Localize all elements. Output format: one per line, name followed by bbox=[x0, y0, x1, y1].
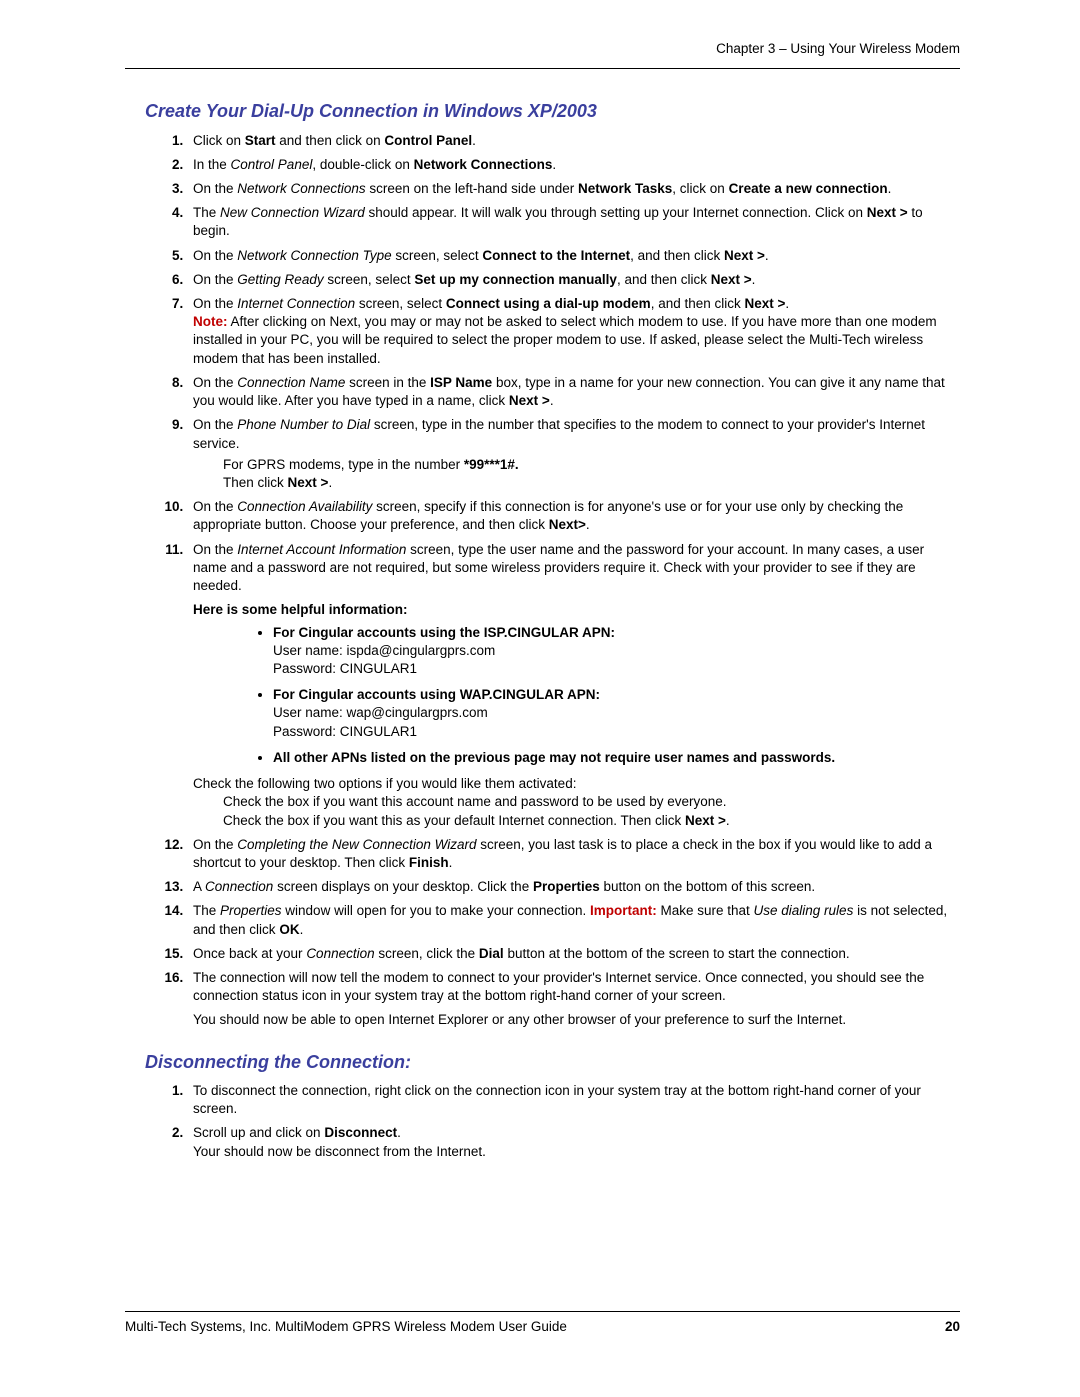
divider-bottom bbox=[125, 1311, 960, 1312]
apn-isp-cingular: For Cingular accounts using the ISP.CING… bbox=[273, 624, 960, 679]
step-9-sub: For GPRS modems, type in the number *99*… bbox=[223, 456, 960, 492]
footer-text: Multi-Tech Systems, Inc. MultiModem GPRS… bbox=[125, 1318, 567, 1336]
help-info-heading: Here is some helpful information: bbox=[193, 602, 408, 617]
step-12: On the Completing the New Connection Wiz… bbox=[187, 836, 960, 872]
step-1: Click on Start and then click on Control… bbox=[187, 132, 960, 150]
step-9: On the Phone Number to Dial screen, type… bbox=[187, 416, 960, 492]
section-title-disconnect: Disconnecting the Connection: bbox=[145, 1050, 960, 1074]
step-10: On the Connection Availability screen, s… bbox=[187, 498, 960, 534]
disconnect-step-2: Scroll up and click on Disconnect. Your … bbox=[187, 1124, 960, 1160]
footer-page-number: 20 bbox=[945, 1318, 960, 1336]
step-13: A Connection screen displays on your des… bbox=[187, 878, 960, 896]
step-11: On the Internet Account Information scre… bbox=[187, 541, 960, 830]
check-option-2: Check the box if you want this as your d… bbox=[223, 812, 960, 830]
step-7: On the Internet Connection screen, selec… bbox=[187, 295, 960, 368]
apn-wap-cingular: For Cingular accounts using WAP.CINGULAR… bbox=[273, 686, 960, 741]
important-label: Important: bbox=[590, 903, 657, 918]
section-title-dialup: Create Your Dial-Up Connection in Window… bbox=[145, 99, 960, 123]
step-8: On the Connection Name screen in the ISP… bbox=[187, 374, 960, 410]
step-4: The New Connection Wizard should appear.… bbox=[187, 204, 960, 240]
check-option-1: Check the box if you want this account n… bbox=[223, 793, 960, 811]
note-label: Note: bbox=[193, 314, 228, 329]
step-16-sub: You should now be able to open Internet … bbox=[193, 1011, 960, 1029]
step-5: On the Network Connection Type screen, s… bbox=[187, 247, 960, 265]
page-footer: Multi-Tech Systems, Inc. MultiModem GPRS… bbox=[125, 1318, 960, 1336]
step-3: On the Network Connections screen on the… bbox=[187, 180, 960, 198]
step-14: The Properties window will open for you … bbox=[187, 902, 960, 938]
check-options-intro: Check the following two options if you w… bbox=[193, 775, 960, 793]
disconnect-step-1: To disconnect the connection, right clic… bbox=[187, 1082, 960, 1118]
page-header: Chapter 3 – Using Your Wireless Modem bbox=[125, 40, 960, 58]
step-6: On the Getting Ready screen, select Set … bbox=[187, 271, 960, 289]
divider-top bbox=[125, 68, 960, 69]
apn-other: All other APNs listed on the previous pa… bbox=[273, 749, 960, 767]
step-16: The connection will now tell the modem t… bbox=[187, 969, 960, 1030]
steps-list-1: Click on Start and then click on Control… bbox=[147, 132, 960, 1030]
step-2: In the Control Panel, double-click on Ne… bbox=[187, 156, 960, 174]
apn-bullets: For Cingular accounts using the ISP.CING… bbox=[253, 624, 960, 768]
steps-list-2: To disconnect the connection, right clic… bbox=[147, 1082, 960, 1161]
step-15: Once back at your Connection screen, cli… bbox=[187, 945, 960, 963]
